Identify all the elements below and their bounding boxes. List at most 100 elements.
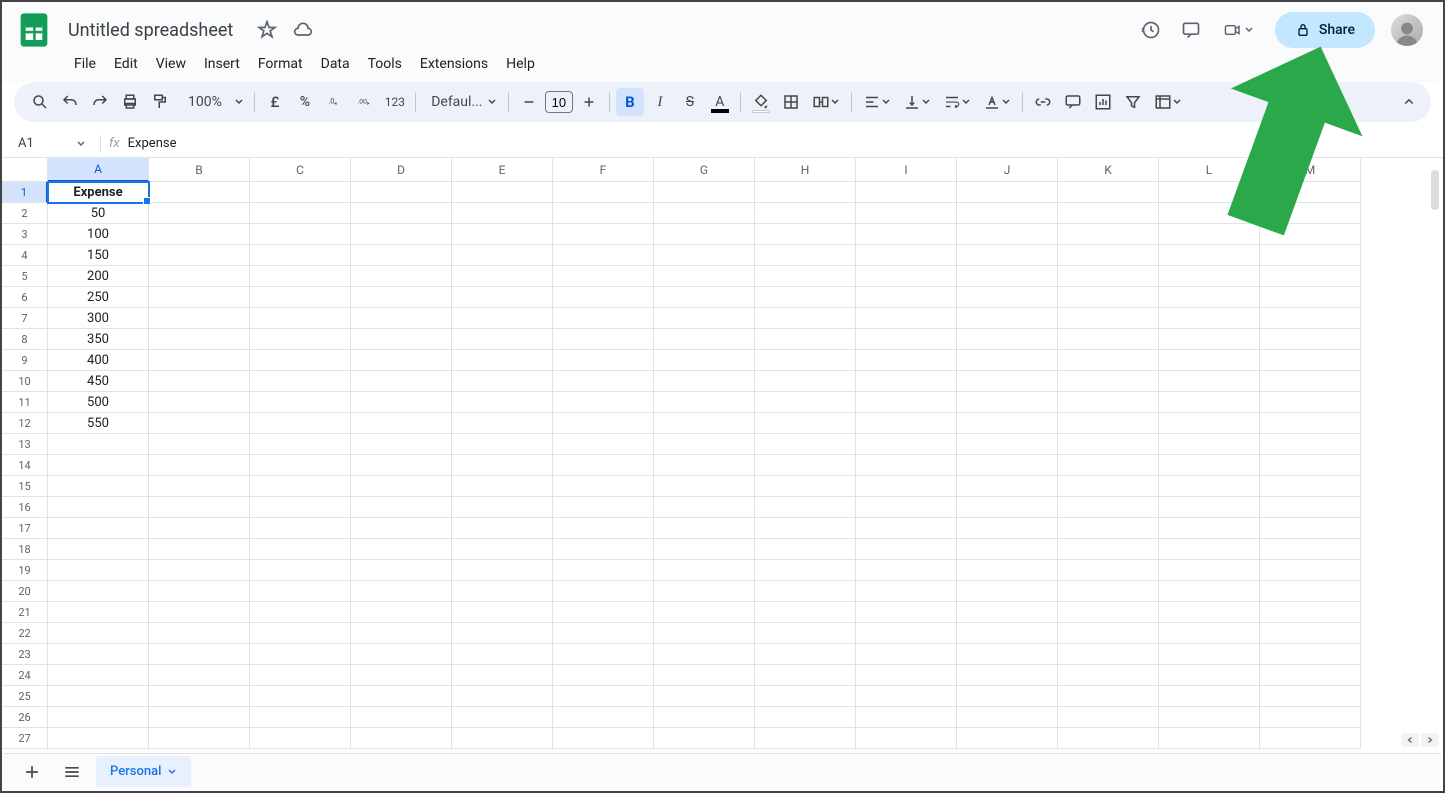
cell-E18[interactable] xyxy=(452,539,553,560)
cell-B23[interactable] xyxy=(149,644,250,665)
cell-K3[interactable] xyxy=(1058,224,1159,245)
cell-J27[interactable] xyxy=(957,728,1058,749)
row-header-24[interactable]: 24 xyxy=(2,665,48,686)
cell-H18[interactable] xyxy=(755,539,856,560)
cell-F4[interactable] xyxy=(553,245,654,266)
cell-B13[interactable] xyxy=(149,434,250,455)
cell-G22[interactable] xyxy=(654,623,755,644)
cell-H1[interactable] xyxy=(755,182,856,203)
cell-D2[interactable] xyxy=(351,203,452,224)
cell-J8[interactable] xyxy=(957,329,1058,350)
cell-G3[interactable] xyxy=(654,224,755,245)
cell-D4[interactable] xyxy=(351,245,452,266)
cell-E20[interactable] xyxy=(452,581,553,602)
cell-I8[interactable] xyxy=(856,329,957,350)
cell-M24[interactable] xyxy=(1260,665,1361,686)
cell-A2[interactable]: 50 xyxy=(48,203,149,224)
cell-K22[interactable] xyxy=(1058,623,1159,644)
cell-A24[interactable] xyxy=(48,665,149,686)
cell-B9[interactable] xyxy=(149,350,250,371)
cell-D7[interactable] xyxy=(351,308,452,329)
cell-L13[interactable] xyxy=(1159,434,1260,455)
cell-F3[interactable] xyxy=(553,224,654,245)
cell-F7[interactable] xyxy=(553,308,654,329)
cell-A9[interactable]: 400 xyxy=(48,350,149,371)
cell-E7[interactable] xyxy=(452,308,553,329)
cell-F20[interactable] xyxy=(553,581,654,602)
cell-H2[interactable] xyxy=(755,203,856,224)
cell-M10[interactable] xyxy=(1260,371,1361,392)
row-header-9[interactable]: 9 xyxy=(2,350,48,371)
cell-F16[interactable] xyxy=(553,497,654,518)
toolbar-collapse-button[interactable] xyxy=(1395,88,1423,116)
cell-A6[interactable]: 250 xyxy=(48,287,149,308)
cell-K27[interactable] xyxy=(1058,728,1159,749)
menu-tools[interactable]: Tools xyxy=(360,52,410,76)
add-sheet-button[interactable] xyxy=(16,756,48,788)
cell-E11[interactable] xyxy=(452,392,553,413)
cell-K7[interactable] xyxy=(1058,308,1159,329)
cell-C6[interactable] xyxy=(250,287,351,308)
cell-C3[interactable] xyxy=(250,224,351,245)
cell-G27[interactable] xyxy=(654,728,755,749)
row-header-26[interactable]: 26 xyxy=(2,707,48,728)
cell-C7[interactable] xyxy=(250,308,351,329)
cell-M2[interactable] xyxy=(1260,203,1361,224)
cell-F14[interactable] xyxy=(553,455,654,476)
row-header-7[interactable]: 7 xyxy=(2,308,48,329)
cell-M3[interactable] xyxy=(1260,224,1361,245)
cell-B20[interactable] xyxy=(149,581,250,602)
cell-I22[interactable] xyxy=(856,623,957,644)
cell-G15[interactable] xyxy=(654,476,755,497)
cell-M7[interactable] xyxy=(1260,308,1361,329)
cell-I26[interactable] xyxy=(856,707,957,728)
cell-K14[interactable] xyxy=(1058,455,1159,476)
bold-button[interactable]: B xyxy=(616,88,644,116)
cell-K8[interactable] xyxy=(1058,329,1159,350)
cell-I17[interactable] xyxy=(856,518,957,539)
cell-L21[interactable] xyxy=(1159,602,1260,623)
cell-J7[interactable] xyxy=(957,308,1058,329)
cell-E12[interactable] xyxy=(452,413,553,434)
cell-I11[interactable] xyxy=(856,392,957,413)
cell-L27[interactable] xyxy=(1159,728,1260,749)
row-header-21[interactable]: 21 xyxy=(2,602,48,623)
cell-F9[interactable] xyxy=(553,350,654,371)
cell-L4[interactable] xyxy=(1159,245,1260,266)
cell-J12[interactable] xyxy=(957,413,1058,434)
currency-button[interactable]: £ xyxy=(261,88,289,116)
cell-D10[interactable] xyxy=(351,371,452,392)
zoom-select[interactable]: 100% xyxy=(176,88,248,116)
cell-F19[interactable] xyxy=(553,560,654,581)
cell-D24[interactable] xyxy=(351,665,452,686)
col-header-K[interactable]: K xyxy=(1058,158,1159,182)
cell-J4[interactable] xyxy=(957,245,1058,266)
cell-E23[interactable] xyxy=(452,644,553,665)
italic-button[interactable]: I xyxy=(646,88,674,116)
col-header-M[interactable]: M xyxy=(1260,158,1361,182)
account-avatar[interactable] xyxy=(1391,14,1423,46)
cell-K5[interactable] xyxy=(1058,266,1159,287)
cell-J18[interactable] xyxy=(957,539,1058,560)
cell-F12[interactable] xyxy=(553,413,654,434)
percent-button[interactable]: % xyxy=(291,88,319,116)
cell-H4[interactable] xyxy=(755,245,856,266)
cell-K9[interactable] xyxy=(1058,350,1159,371)
row-header-16[interactable]: 16 xyxy=(2,497,48,518)
cell-H8[interactable] xyxy=(755,329,856,350)
cell-M8[interactable] xyxy=(1260,329,1361,350)
cell-F10[interactable] xyxy=(553,371,654,392)
cell-D8[interactable] xyxy=(351,329,452,350)
cell-D18[interactable] xyxy=(351,539,452,560)
cell-C5[interactable] xyxy=(250,266,351,287)
cell-A13[interactable] xyxy=(48,434,149,455)
vertical-scrollbar[interactable] xyxy=(1429,170,1441,730)
cell-A26[interactable] xyxy=(48,707,149,728)
cell-I3[interactable] xyxy=(856,224,957,245)
cell-B16[interactable] xyxy=(149,497,250,518)
cell-I23[interactable] xyxy=(856,644,957,665)
cell-K18[interactable] xyxy=(1058,539,1159,560)
cell-K12[interactable] xyxy=(1058,413,1159,434)
cell-H17[interactable] xyxy=(755,518,856,539)
cell-E1[interactable] xyxy=(452,182,553,203)
